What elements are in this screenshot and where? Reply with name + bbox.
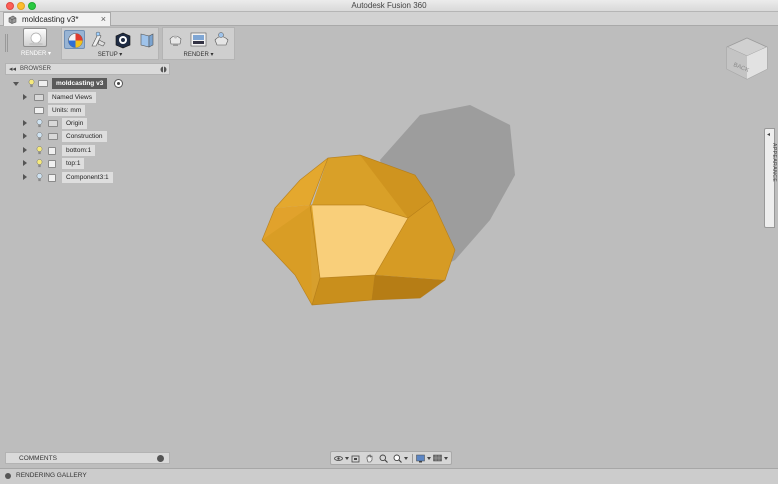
- tree-node-origin[interactable]: Origin: [8, 118, 108, 129]
- browser-header: ◂◂ BROWSER: [5, 63, 170, 75]
- model-viewport[interactable]: [250, 100, 530, 315]
- pin-browser-icon[interactable]: [160, 66, 167, 73]
- tree-node-construction[interactable]: Construction: [8, 131, 118, 142]
- document-settings-icon: [34, 107, 44, 114]
- in-canvas-render-icon[interactable]: [165, 30, 186, 49]
- visibility-bulb-icon[interactable]: [36, 159, 43, 168]
- display-settings-icon[interactable]: [416, 454, 425, 463]
- appearance-icon[interactable]: [64, 30, 85, 49]
- orbit-dropdown-icon[interactable]: [345, 457, 349, 460]
- tree-node-label[interactable]: Units: mm: [48, 105, 86, 116]
- render-workspace-icon: [23, 28, 47, 47]
- expand-icon[interactable]: [23, 147, 27, 153]
- status-bar: RENDERING GALLERY: [0, 468, 778, 484]
- tree-node-label[interactable]: Origin: [62, 118, 88, 129]
- tab-strip: moldcasting v3* ×: [0, 12, 778, 26]
- visibility-bulb-icon[interactable]: [36, 119, 43, 128]
- tree-root-row[interactable]: moldcasting v3: [8, 78, 128, 89]
- folder-icon: [34, 94, 44, 101]
- folder-icon: [48, 133, 58, 140]
- visibility-bulb-icon[interactable]: [28, 79, 35, 88]
- collapse-root-icon[interactable]: [13, 82, 19, 89]
- activate-radio-icon[interactable]: [114, 79, 123, 88]
- pan-icon[interactable]: [365, 454, 374, 463]
- toolbar: RENDER ▾ SETUP ▾ RENDER ▾: [0, 26, 778, 62]
- view-cube[interactable]: BACK: [723, 33, 771, 83]
- tree-node-top[interactable]: top:1: [8, 158, 108, 169]
- expand-icon[interactable]: [23, 94, 27, 100]
- tree-node-label[interactable]: top:1: [62, 158, 85, 169]
- grid-dropdown-icon[interactable]: [444, 457, 448, 460]
- render-gallery-icon[interactable]: [211, 30, 232, 49]
- tree-node-bottom[interactable]: bottom:1: [8, 145, 108, 156]
- render-icon[interactable]: [188, 30, 209, 49]
- tree-node-label[interactable]: Component3:1: [62, 172, 113, 183]
- render-group: RENDER ▾: [162, 27, 235, 60]
- tree-root-label[interactable]: moldcasting v3: [52, 78, 108, 89]
- component-icon: [48, 174, 56, 182]
- add-comment-icon[interactable]: [157, 455, 164, 462]
- appearance-panel-tab[interactable]: ◂ APPEARANCE: [764, 128, 777, 228]
- tree-node-label[interactable]: Construction: [62, 131, 107, 142]
- comments-title: COMMENTS: [19, 455, 57, 462]
- expand-icon[interactable]: [23, 120, 27, 126]
- component-icon: [48, 160, 56, 168]
- visibility-bulb-icon[interactable]: [36, 173, 43, 182]
- document-tab[interactable]: moldcasting v3* ×: [3, 12, 111, 26]
- decal-icon[interactable]: [136, 30, 157, 49]
- orbit-icon[interactable]: [334, 454, 343, 463]
- tree-node-component3[interactable]: Component3:1: [8, 172, 128, 183]
- scene-settings-icon[interactable]: [88, 30, 109, 49]
- component-icon: [38, 80, 48, 87]
- tree-node-named-views[interactable]: Named Views: [8, 92, 108, 103]
- rendering-gallery-label[interactable]: RENDERING GALLERY: [16, 472, 87, 479]
- document-tab-label: moldcasting v3*: [22, 15, 79, 24]
- tree-node-label[interactable]: Named Views: [48, 92, 96, 103]
- comments-panel: COMMENTS: [5, 452, 170, 464]
- app-title: Autodesk Fusion 360: [351, 1, 427, 10]
- close-tab-icon[interactable]: ×: [101, 14, 106, 24]
- navbar-divider: [412, 454, 413, 463]
- appearance-tab-label: APPEARANCE: [771, 143, 777, 183]
- collapse-browser-icon[interactable]: ◂◂: [9, 65, 16, 73]
- zoom-window-icon[interactable]: [393, 454, 402, 463]
- look-at-icon[interactable]: [351, 454, 360, 463]
- texture-map-icon[interactable]: [112, 30, 133, 49]
- workspace-switcher[interactable]: RENDER ▾: [15, 27, 57, 60]
- setup-group: SETUP ▾: [61, 27, 159, 60]
- navigation-bar: [330, 451, 452, 465]
- setup-group-label[interactable]: SETUP ▾: [62, 51, 158, 58]
- expand-icon[interactable]: [23, 133, 27, 139]
- browser-title: BROWSER: [20, 66, 52, 72]
- grid-icon[interactable]: [433, 454, 442, 463]
- render-group-label[interactable]: RENDER ▾: [163, 51, 234, 58]
- toolbar-grip[interactable]: [5, 34, 8, 52]
- visibility-bulb-icon[interactable]: [36, 146, 43, 155]
- display-dropdown-icon[interactable]: [427, 457, 431, 460]
- document-icon: [8, 15, 17, 24]
- expand-icon[interactable]: [23, 174, 27, 180]
- tree-node-units[interactable]: Units: mm: [8, 105, 108, 116]
- gear-icon[interactable]: [5, 473, 11, 479]
- zoom-icon[interactable]: [379, 454, 388, 463]
- component-icon: [48, 147, 56, 155]
- zoom-dropdown-icon[interactable]: [404, 457, 408, 460]
- tree-node-label[interactable]: bottom:1: [62, 145, 96, 156]
- folder-icon: [48, 120, 58, 127]
- title-bar: Autodesk Fusion 360: [0, 0, 778, 12]
- workspace-label: RENDER ▾: [20, 51, 51, 57]
- visibility-bulb-icon[interactable]: [36, 132, 43, 141]
- expand-icon[interactable]: [23, 160, 27, 166]
- expand-panel-icon[interactable]: ◂: [767, 131, 770, 138]
